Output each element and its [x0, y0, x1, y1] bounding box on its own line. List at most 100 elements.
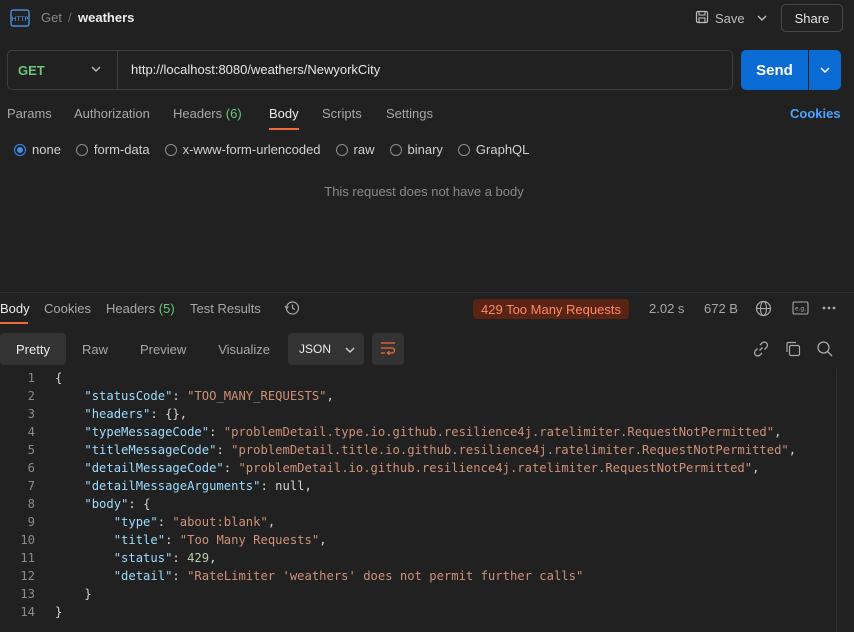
- method-select[interactable]: GET: [18, 63, 45, 78]
- cookies-link[interactable]: Cookies: [790, 106, 841, 121]
- line-content: "headers": {},: [55, 405, 187, 423]
- view-visualize-button[interactable]: Visualize: [202, 333, 286, 365]
- tab-test-results[interactable]: Test Results: [190, 301, 261, 316]
- line-content: "detailMessageArguments": null,: [55, 477, 312, 495]
- code-line: 7 "detailMessageArguments": null,: [0, 477, 854, 495]
- code-token: :: [209, 425, 224, 439]
- line-content: "title": "Too Many Requests",: [55, 531, 327, 549]
- url-divider: [117, 51, 118, 89]
- url-input[interactable]: http://localhost:8080/weathers/NewyorkCi…: [131, 62, 380, 77]
- active-tab-indicator: [0, 322, 28, 324]
- chevron-down-icon[interactable]: [90, 62, 102, 76]
- radio-button[interactable]: [389, 143, 402, 156]
- code-token: "TOO_MANY_REQUESTS": [187, 389, 327, 403]
- code-token: "status": [113, 551, 173, 565]
- tab-authorization[interactable]: Authorization: [74, 106, 150, 121]
- active-tab-indicator: [269, 128, 299, 130]
- view-preview-button[interactable]: Preview: [124, 333, 202, 365]
- radio-graphql[interactable]: GraphQL: [457, 142, 530, 157]
- tab-headers-label: Headers: [173, 106, 223, 121]
- code-token: :: [172, 389, 188, 403]
- wrap-lines-button[interactable]: [372, 333, 404, 365]
- send-options-chevron-down-icon[interactable]: [809, 50, 841, 90]
- response-size[interactable]: 672 B: [704, 301, 738, 316]
- code-token: ,: [267, 515, 276, 529]
- code-token: "type": [113, 515, 158, 529]
- view-pretty-button[interactable]: Pretty: [0, 333, 66, 365]
- save-button[interactable]: Save: [689, 6, 751, 30]
- share-button[interactable]: Share: [781, 4, 843, 32]
- line-content: "detailMessageCode": "problemDetail.io.g…: [55, 459, 759, 477]
- breadcrumb-separator: /: [68, 10, 72, 25]
- response-time[interactable]: 2.02 s: [649, 301, 684, 316]
- radio-raw[interactable]: raw: [335, 142, 375, 157]
- radio-button[interactable]: [164, 143, 177, 156]
- tab-settings[interactable]: Settings: [386, 106, 433, 121]
- radio-form-data[interactable]: form-data: [75, 142, 150, 157]
- line-number: 13: [20, 587, 35, 601]
- radio-label: x-www-form-urlencoded: [182, 142, 321, 157]
- code-token: "body": [84, 497, 129, 511]
- status-badge[interactable]: 429 Too Many Requests: [473, 299, 629, 319]
- link-icon[interactable]: [752, 340, 770, 358]
- line-content: "titleMessageCode": "problemDetail.title…: [55, 441, 796, 459]
- wrap-lines-icon: [380, 341, 396, 358]
- pane-divider[interactable]: [0, 292, 854, 293]
- code-token: {: [55, 371, 63, 385]
- code-line: 10 "title": "Too Many Requests",: [0, 531, 854, 549]
- line-number: 5: [27, 443, 35, 457]
- more-options-icon[interactable]: [821, 301, 837, 315]
- radio-button[interactable]: [457, 143, 470, 156]
- view-raw-button[interactable]: Raw: [66, 333, 124, 365]
- tab-params[interactable]: Params: [7, 106, 52, 121]
- line-content: }: [55, 585, 91, 603]
- copy-icon[interactable]: [784, 340, 802, 358]
- line-number: 9: [27, 515, 35, 529]
- radio-label: form-data: [93, 142, 150, 157]
- radio-button[interactable]: [335, 143, 348, 156]
- line-number: 6: [27, 461, 35, 475]
- request-name[interactable]: weathers: [78, 10, 134, 25]
- radio-button[interactable]: [75, 143, 88, 156]
- line-number: 11: [20, 551, 35, 565]
- scrollbar[interactable]: [836, 369, 837, 632]
- save-options-chevron-down-icon[interactable]: [752, 6, 772, 30]
- radio-x-www-form-urlencoded[interactable]: x-www-form-urlencoded: [164, 142, 321, 157]
- history-icon[interactable]: [284, 300, 300, 316]
- code-token: 429: [187, 551, 210, 565]
- search-icon[interactable]: [816, 340, 834, 358]
- format-select[interactable]: JSON: [288, 333, 364, 365]
- line-number: 14: [20, 605, 35, 619]
- tab-response-body[interactable]: Body: [0, 301, 30, 316]
- tab-scripts[interactable]: Scripts: [322, 106, 362, 121]
- code-line: 13 }: [0, 585, 854, 603]
- tab-response-cookies[interactable]: Cookies: [44, 301, 91, 316]
- radio-binary[interactable]: binary: [389, 142, 443, 157]
- view-mode-group: Pretty Raw Preview Visualize: [0, 333, 286, 365]
- line-content: "status": 429,: [55, 549, 217, 567]
- radio-button-selected[interactable]: [14, 143, 26, 156]
- code-token: : null,: [260, 479, 312, 493]
- save-as-example-icon[interactable]: e.g.: [792, 301, 809, 315]
- code-token: "statusCode": [84, 389, 173, 403]
- tab-response-headers[interactable]: Headers (5): [106, 301, 175, 316]
- radio-none[interactable]: none: [14, 142, 61, 157]
- tab-headers[interactable]: Headers (6): [173, 106, 242, 121]
- response-body-code[interactable]: 1{2 "statusCode": "TOO_MANY_REQUESTS", 3 …: [0, 369, 854, 621]
- send-button[interactable]: Send: [741, 50, 808, 90]
- tab-headers-count: (6): [225, 106, 242, 121]
- radio-label: GraphQL: [475, 142, 530, 157]
- globe-icon[interactable]: [755, 300, 772, 317]
- tab-body[interactable]: Body: [269, 106, 299, 121]
- code-token: ,: [774, 425, 782, 439]
- line-number: 4: [27, 425, 35, 439]
- breadcrumb-method[interactable]: Get: [41, 10, 62, 25]
- code-token: "about:blank": [172, 515, 268, 529]
